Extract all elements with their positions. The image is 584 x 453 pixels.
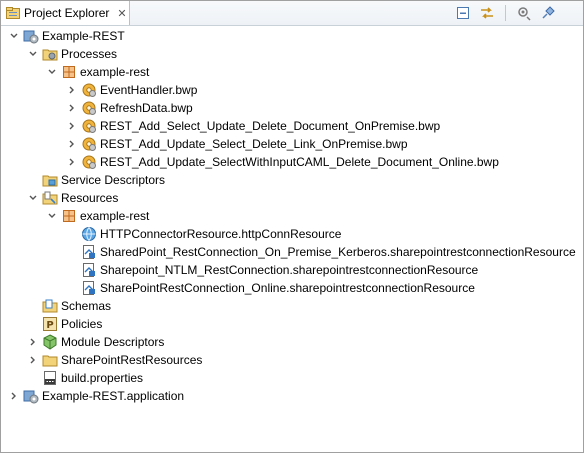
module-descriptors-icon	[42, 334, 58, 350]
filters-icon[interactable]	[515, 4, 533, 22]
tree-item-policies[interactable]: P Policies	[26, 315, 102, 333]
tree-item-label: example-rest	[80, 65, 150, 79]
sharepoint-connection-icon	[81, 280, 97, 296]
tree-item-label: Processes	[61, 47, 118, 61]
tree-item-label: Resources	[61, 191, 119, 205]
chevron-right-icon[interactable]	[65, 137, 79, 151]
resources-folder-icon	[42, 190, 58, 206]
tree-item-process[interactable]: REST_Add_Update_Select_Delete_Link_OnPre…	[65, 135, 408, 153]
process-gear-icon	[81, 100, 97, 116]
chevron-right-icon[interactable]	[7, 389, 21, 403]
tree-item-processes[interactable]: Processes	[26, 45, 117, 63]
chevron-right-icon[interactable]	[65, 155, 79, 169]
tree-item-label: RefreshData.bwp	[100, 101, 193, 115]
sharepoint-connection-icon	[81, 244, 97, 260]
application-icon	[23, 388, 39, 404]
tree-item-label: HTTPConnectorResource.httpConnResource	[100, 227, 342, 241]
tree-item-label: Schemas	[61, 299, 112, 313]
folder-icon	[42, 352, 58, 368]
globe-icon	[81, 226, 97, 242]
close-icon[interactable]: ✕	[117, 7, 126, 20]
view-tab-bar: Project Explorer ✕	[1, 1, 583, 26]
tree-item-label: Module Descriptors	[61, 335, 165, 349]
tree-item-resources-package[interactable]: example-rest	[45, 207, 149, 225]
project-explorer-view: Project Explorer ✕ Example-REST Processe…	[0, 0, 584, 453]
tree-item-label: example-rest	[80, 209, 150, 223]
tree-item-process[interactable]: REST_Add_Update_SelectWithInputCAML_Dele…	[65, 153, 499, 171]
tree-item-schemas[interactable]: Schemas	[26, 297, 111, 315]
chevron-down-icon[interactable]	[26, 191, 40, 205]
toolbar-separator	[505, 5, 506, 21]
policies-icon: P	[42, 316, 58, 332]
package-icon	[61, 208, 77, 224]
tree-item-label: SharedPoint_RestConnection_On_Premise_Ke…	[100, 245, 576, 259]
tree-item-label: Policies	[61, 317, 103, 331]
tree-item-process[interactable]: RefreshData.bwp	[65, 99, 193, 117]
tree-item-build-properties[interactable]: build.properties	[26, 369, 143, 387]
chevron-right-icon[interactable]	[65, 83, 79, 97]
chevron-down-icon[interactable]	[45, 209, 59, 223]
tree-item-resource[interactable]: HTTPConnectorResource.httpConnResource	[65, 225, 341, 243]
chevron-right-icon[interactable]	[65, 119, 79, 133]
collapse-all-icon[interactable]	[454, 4, 472, 22]
tree-item-project[interactable]: Example-REST	[7, 27, 125, 45]
chevron-down-icon[interactable]	[7, 29, 21, 43]
chevron-right-icon[interactable]	[65, 101, 79, 115]
process-gear-icon	[81, 154, 97, 170]
schemas-folder-icon	[42, 298, 58, 314]
tree-item-label: SharePointRestConnection_Online.sharepoi…	[100, 281, 475, 295]
tree-item-label: EventHandler.bwp	[100, 83, 198, 97]
tree-item-label: SharePointRestResources	[61, 353, 203, 367]
properties-file-icon	[42, 370, 58, 386]
tab-title: Project Explorer	[24, 6, 110, 20]
tree-item-label: REST_Add_Update_SelectWithInputCAML_Dele…	[100, 155, 499, 169]
tree-item-service-descriptors[interactable]: Service Descriptors	[26, 171, 165, 189]
project-explorer-icon	[6, 7, 20, 19]
tree-item-resource[interactable]: SharedPoint_RestConnection_On_Premise_Ke…	[65, 243, 576, 261]
processes-folder-icon	[42, 46, 58, 62]
tree-item-resource[interactable]: Sharepoint_NTLM_RestConnection.sharepoin…	[65, 261, 478, 279]
tree-item-processes-package[interactable]: example-rest	[45, 63, 149, 81]
project-icon	[23, 28, 39, 44]
tree-item-label: Sharepoint_NTLM_RestConnection.sharepoin…	[100, 263, 479, 277]
tree-item-resource[interactable]: SharePointRestConnection_Online.sharepoi…	[65, 279, 475, 297]
view-toolbar	[454, 4, 557, 22]
process-gear-icon	[81, 118, 97, 134]
link-with-editor-icon[interactable]	[478, 4, 496, 22]
tree-item-sharepoint-rest-resources[interactable]: SharePointRestResources	[7, 351, 202, 369]
tree-item-resources[interactable]: Resources	[26, 189, 118, 207]
chevron-down-icon[interactable]	[45, 65, 59, 79]
tree-item-process[interactable]: REST_Add_Select_Update_Delete_Document_O…	[65, 117, 440, 135]
tree-item-process[interactable]: EventHandler.bwp	[65, 81, 197, 99]
pin-icon[interactable]	[539, 4, 557, 22]
tree-item-label: build.properties	[61, 371, 144, 385]
tree-item-module-descriptors[interactable]: Module Descriptors	[7, 333, 164, 351]
sharepoint-connection-icon	[81, 262, 97, 278]
process-gear-icon	[81, 82, 97, 98]
tab-project-explorer[interactable]: Project Explorer ✕	[1, 1, 130, 25]
tree-item-label: REST_Add_Update_Select_Delete_Link_OnPre…	[100, 137, 408, 151]
process-gear-icon	[81, 136, 97, 152]
chevron-down-icon[interactable]	[26, 47, 40, 61]
tree-item-label: Service Descriptors	[61, 173, 166, 187]
service-descriptors-folder-icon	[42, 172, 58, 188]
package-icon	[61, 64, 77, 80]
tree-item-label: Example-REST.application	[42, 389, 185, 403]
chevron-right-icon[interactable]	[26, 335, 40, 349]
tree-item-label: Example-REST	[42, 29, 125, 43]
tree-item-label: REST_Add_Select_Update_Delete_Document_O…	[100, 119, 441, 133]
tree-item-application[interactable]: Example-REST.application	[7, 387, 184, 405]
svg-text:P: P	[46, 320, 53, 331]
chevron-right-icon[interactable]	[26, 353, 40, 367]
